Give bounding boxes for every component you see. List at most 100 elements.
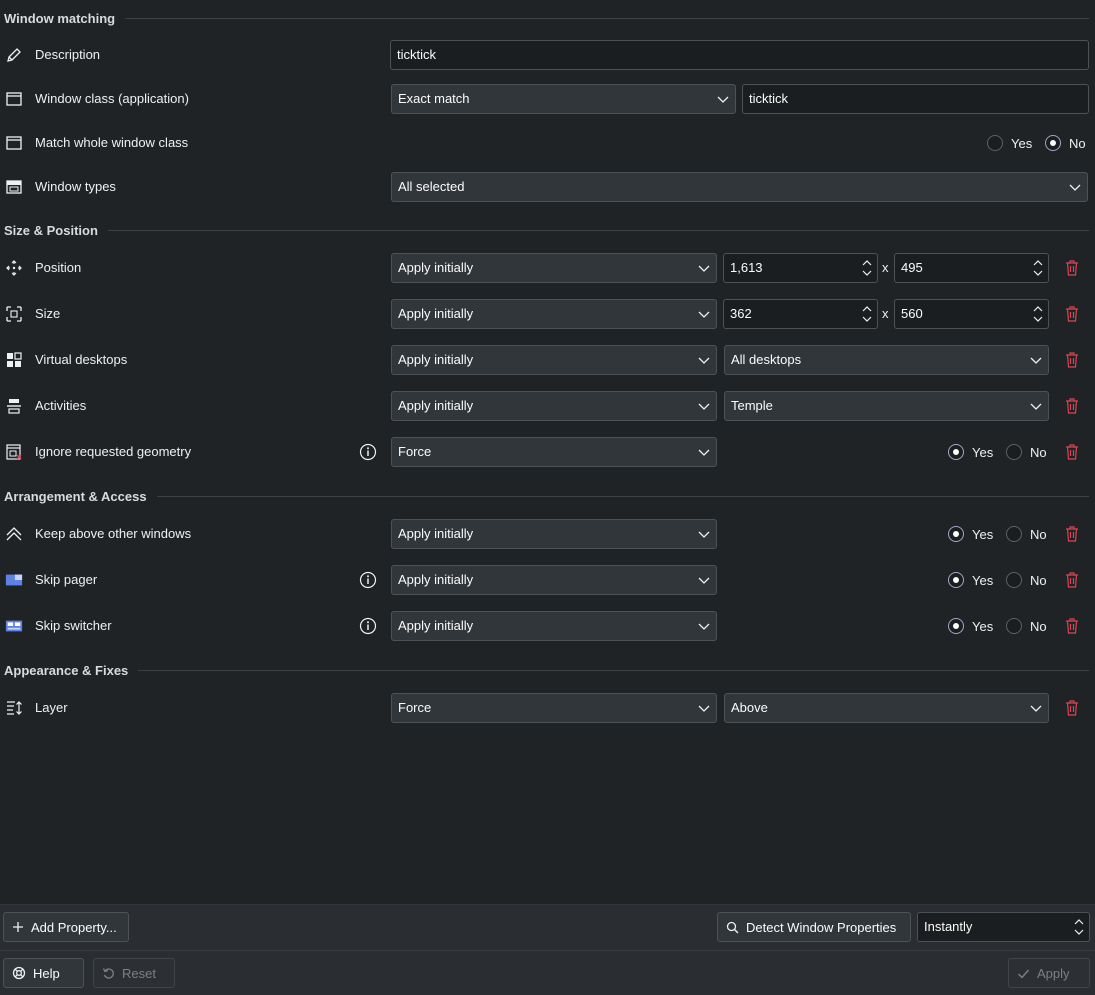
position-x-spinbox[interactable]: 1,613 (723, 253, 878, 283)
detect-window-properties-button[interactable]: Detect Window Properties (717, 912, 911, 942)
radio-indicator (948, 572, 964, 588)
delete-icon[interactable] (1063, 259, 1081, 277)
search-icon (726, 921, 739, 933)
radio-label: No (1030, 572, 1047, 588)
add-property-button[interactable]: Add Property... (3, 912, 129, 942)
row-window-types: Window types All selected (0, 171, 1095, 203)
row-window-class: Window class (application) Exact match t… (0, 83, 1095, 115)
chevron-down-icon (698, 623, 710, 630)
virtual-desktops-policy-select[interactable]: Apply initially (391, 345, 717, 375)
skip-switcher-no-radio[interactable]: No (1006, 618, 1047, 634)
delete-icon[interactable] (1063, 699, 1081, 717)
skip-pager-yes-radio[interactable]: Yes (948, 572, 993, 588)
virtual-desktops-policy-value: Apply initially (398, 352, 474, 367)
switcher-icon (5, 617, 23, 635)
description-input[interactable]: ticktick (390, 40, 1089, 70)
activities-policy-select[interactable]: Apply initially (391, 391, 717, 421)
help-icon (12, 966, 26, 980)
dialog-button-bar: Help Reset Apply (0, 950, 1095, 995)
delete-icon[interactable] (1063, 397, 1081, 415)
position-policy-select[interactable]: Apply initially (391, 253, 717, 283)
delete-icon[interactable] (1063, 617, 1081, 635)
skip-switcher-yes-radio[interactable]: Yes (948, 618, 993, 634)
whole-class-no-radio[interactable]: No (1045, 135, 1086, 151)
window-class-input[interactable]: ticktick (742, 84, 1089, 114)
skip-switcher-label: Skip switcher (35, 618, 112, 633)
spin-arrows-icon[interactable] (861, 303, 873, 325)
delete-icon[interactable] (1063, 443, 1081, 461)
apply-button[interactable]: Apply (1008, 958, 1090, 988)
reset-button[interactable]: Reset (93, 958, 175, 988)
row-description: Description ticktick (0, 39, 1095, 71)
detect-delay-value: Instantly (924, 919, 973, 934)
chevron-down-icon (1069, 184, 1081, 191)
description-label: Description (35, 47, 101, 62)
chevron-down-icon (698, 531, 710, 538)
keep-above-no-radio[interactable]: No (1006, 526, 1047, 542)
layer-policy-select[interactable]: Force (391, 693, 717, 723)
row-skip-pager: Skip pager Apply initially Yes No (0, 564, 1095, 596)
window-types-select[interactable]: All selected (391, 172, 1088, 202)
size-label: Size (35, 306, 61, 321)
keep-above-yes-radio[interactable]: Yes (948, 526, 993, 542)
radio-label: Yes (1011, 135, 1033, 151)
move-icon (5, 259, 23, 277)
info-icon[interactable] (359, 443, 377, 461)
spin-arrows-icon[interactable] (861, 257, 873, 279)
activities-value-select[interactable]: Temple (724, 391, 1049, 421)
size-width-spinbox[interactable]: 362 (723, 299, 878, 329)
spin-arrows-icon[interactable] (1032, 257, 1044, 279)
skip-pager-policy-value: Apply initially (398, 572, 474, 587)
position-y-value: 495 (901, 260, 923, 275)
window-icon (5, 90, 23, 108)
chevron-down-icon (698, 705, 710, 712)
delete-icon[interactable] (1063, 351, 1081, 369)
layer-value: Above (731, 700, 768, 715)
skip-pager-policy-select[interactable]: Apply initially (391, 565, 717, 595)
window-types-value: All selected (398, 179, 465, 194)
size-height-spinbox[interactable]: 560 (894, 299, 1049, 329)
chevron-down-icon (698, 357, 710, 364)
skip-pager-no-radio[interactable]: No (1006, 572, 1047, 588)
position-y-spinbox[interactable]: 495 (894, 253, 1049, 283)
chevron-down-icon (717, 96, 729, 103)
keep-above-label: Keep above other windows (35, 526, 192, 541)
spin-arrows-icon[interactable] (1032, 303, 1044, 325)
virtual-desktops-value-select[interactable]: All desktops (724, 345, 1049, 375)
keep-above-policy-select[interactable]: Apply initially (391, 519, 717, 549)
delete-icon[interactable] (1063, 571, 1081, 589)
chevron-down-icon (698, 403, 710, 410)
spin-arrows-icon[interactable] (1073, 916, 1085, 938)
skip-pager-label: Skip pager (35, 572, 98, 587)
info-icon[interactable] (359, 617, 377, 635)
divider (107, 229, 1089, 231)
activities-icon (5, 397, 23, 415)
apply-label: Apply (1037, 965, 1070, 981)
ignore-geometry-no-radio[interactable]: No (1006, 444, 1047, 460)
delete-icon[interactable] (1063, 305, 1081, 323)
radio-label: Yes (972, 618, 994, 634)
rule-editor: Window matching Description ticktick Win… (0, 0, 1095, 995)
ignore-geometry-policy-select[interactable]: Force (391, 437, 717, 467)
delete-icon[interactable] (1063, 525, 1081, 543)
activities-policy-value: Apply initially (398, 398, 474, 413)
size-policy-value: Apply initially (398, 306, 474, 321)
radio-indicator (1006, 526, 1022, 542)
window-types-label: Window types (35, 179, 116, 194)
layer-value-select[interactable]: Above (724, 693, 1049, 723)
ignore-geometry-yes-radio[interactable]: Yes (948, 444, 993, 460)
geometry-icon (5, 443, 23, 461)
row-match-whole-class: Match whole window class Yes No (0, 127, 1095, 159)
help-button[interactable]: Help (3, 958, 84, 988)
info-icon[interactable] (359, 571, 377, 589)
detect-delay-spinbox[interactable]: Instantly (917, 912, 1090, 942)
window-class-match-select[interactable]: Exact match (391, 84, 736, 114)
size-policy-select[interactable]: Apply initially (391, 299, 717, 329)
chevron-down-icon (698, 449, 710, 456)
whole-class-yes-radio[interactable]: Yes (987, 135, 1032, 151)
layer-policy-value: Force (398, 700, 432, 715)
chevron-down-icon (1030, 705, 1042, 712)
pencil-icon (5, 46, 23, 64)
match-whole-class-label: Match whole window class (35, 135, 189, 150)
skip-switcher-policy-select[interactable]: Apply initially (391, 611, 717, 641)
